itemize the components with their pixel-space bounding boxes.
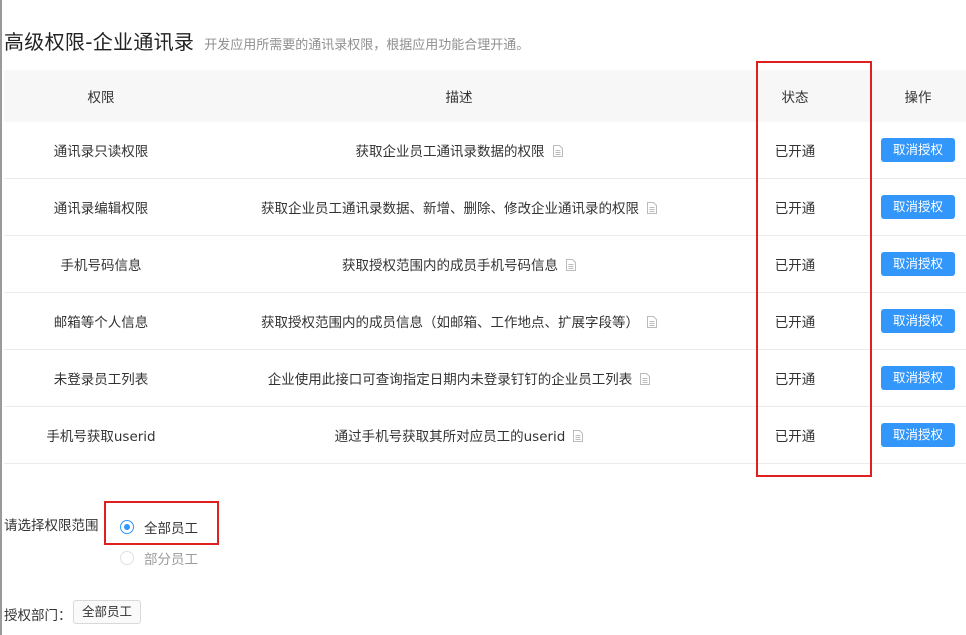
radio-selected-icon[interactable] [120,520,134,534]
action-cell: 取消授权 [870,178,966,236]
revoke-button[interactable]: 取消授权 [881,366,955,390]
column-header-permission: 权限 [4,70,198,122]
permission-description-cell: 通过手机号获取其所对应员工的userid [198,406,720,464]
table-row: 通讯录编辑权限 获取企业员工通讯录数据、新增、删除、修改企业通讯录的权限 已开通… [4,178,966,236]
table-header-row: 权限 描述 状态 操作 [4,70,966,122]
permission-status: 已开通 [720,178,870,236]
permission-name: 手机号获取userid [4,406,198,464]
permission-description-cell: 获取授权范围内的成员手机号码信息 [198,235,720,293]
page-header: 高级权限-企业通讯录 开发应用所需要的通讯录权限，根据应用功能合理开通。 [4,26,529,56]
permission-description-cell: 获取授权范围内的成员信息（如邮箱、工作地点、扩展字段等） [198,292,720,350]
permission-status: 已开通 [720,235,870,293]
column-header-status: 状态 [720,70,870,122]
page-subtitle: 开发应用所需要的通讯录权限，根据应用功能合理开通。 [204,38,530,53]
permission-description-cell: 获取企业员工通讯录数据、新增、删除、修改企业通讯录的权限 [198,178,720,236]
department-tag[interactable]: 全部员工 [73,600,142,624]
revoke-button[interactable]: 取消授权 [881,138,955,162]
permission-description: 获取授权范围内的成员信息（如邮箱、工作地点、扩展字段等） [261,315,639,331]
permission-description: 通过手机号获取其所对应员工的userid [334,429,566,445]
action-cell: 取消授权 [870,235,966,293]
permission-description-cell: 获取企业员工通讯录数据的权限 [198,122,720,179]
document-icon[interactable] [566,259,576,271]
permission-description: 获取授权范围内的成员手机号码信息 [342,258,558,274]
department-label: 授权部门： [4,608,72,624]
action-cell: 取消授权 [870,122,966,179]
permission-name: 通讯录只读权限 [4,122,198,179]
permission-name: 通讯录编辑权限 [4,178,198,236]
table-row: 通讯录只读权限 获取企业员工通讯录数据的权限 已开通 取消授权 [4,122,966,179]
action-cell: 取消授权 [870,406,966,464]
document-icon[interactable] [573,430,584,442]
table-row: 未登录员工列表 企业使用此接口可查询指定日期内未登录钉钉的企业员工列表 已开通 … [4,349,966,407]
scope-label: 请选择权限范围 [4,518,99,534]
permission-status: 已开通 [720,122,870,179]
scope-option-label: 部分员工 [144,552,198,568]
column-header-description: 描述 [198,70,720,122]
document-icon[interactable] [552,145,563,157]
permission-description: 获取企业员工通讯录数据、新增、删除、修改企业通讯录的权限 [261,201,639,217]
permission-status: 已开通 [720,349,870,407]
permission-name: 未登录员工列表 [4,349,198,407]
left-edge-divider [0,0,2,635]
action-cell: 取消授权 [870,349,966,407]
page-title: 高级权限-企业通讯录 [4,30,195,54]
permission-table: 权限 描述 状态 操作 通讯录只读权限 获取企业员工通讯录数据的权限 已开通 取… [4,70,966,464]
table-row: 手机号获取userid 通过手机号获取其所对应员工的userid 已开通 取消授… [4,406,966,464]
scope-option-label: 全部员工 [144,521,198,537]
table-row: 手机号码信息 获取授权范围内的成员手机号码信息 已开通 取消授权 [4,235,966,293]
revoke-button[interactable]: 取消授权 [881,309,955,333]
action-cell: 取消授权 [870,292,966,350]
permission-name: 手机号码信息 [4,235,198,293]
revoke-button[interactable]: 取消授权 [881,195,955,219]
column-header-action: 操作 [870,70,966,122]
revoke-button[interactable]: 取消授权 [881,423,955,447]
permission-status: 已开通 [720,292,870,350]
radio-unselected-icon[interactable] [120,551,134,565]
revoke-button[interactable]: 取消授权 [881,252,955,276]
permission-description: 获取企业员工通讯录数据的权限 [355,144,545,160]
document-icon[interactable] [647,202,657,214]
table-row: 邮箱等个人信息 获取授权范围内的成员信息（如邮箱、工作地点、扩展字段等） 已开通… [4,292,966,350]
permission-description: 企业使用此接口可查询指定日期内未登录钉钉的企业员工列表 [267,372,633,388]
permission-name: 邮箱等个人信息 [4,292,198,350]
document-icon[interactable] [640,373,651,385]
scope-option-some-employees[interactable]: 部分员工 [120,548,198,568]
permission-status: 已开通 [720,406,870,464]
permission-description-cell: 企业使用此接口可查询指定日期内未登录钉钉的企业员工列表 [198,349,720,407]
document-icon[interactable] [647,316,657,328]
scope-option-all-employees[interactable]: 全部员工 [120,517,198,537]
